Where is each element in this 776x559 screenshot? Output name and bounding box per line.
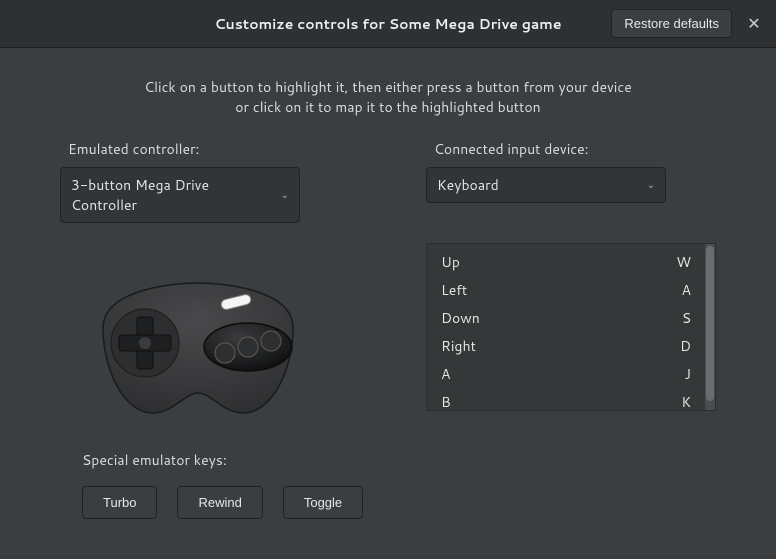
toggle-button[interactable]: Toggle — [283, 486, 363, 519]
close-icon: ✕ — [747, 12, 760, 35]
binding-action: Up — [441, 252, 460, 272]
bindings-list: UpWLeftADownSRightDAJBK — [426, 243, 716, 411]
binding-action: Down — [441, 308, 480, 328]
binding-action: B — [441, 392, 451, 412]
scrollbar[interactable] — [705, 244, 715, 410]
binding-action: A — [441, 364, 450, 384]
emulated-controller-dropdown[interactable]: 3-button Mega Drive Controller ⌄ — [60, 167, 300, 223]
binding-key: D — [680, 336, 691, 356]
binding-key: J — [684, 364, 691, 384]
gamepad-icon — [83, 273, 313, 423]
connected-device-label: Connected input device: — [426, 139, 716, 159]
connected-device-dropdown[interactable]: Keyboard ⌄ — [426, 167, 666, 203]
binding-row[interactable]: AJ — [427, 360, 705, 388]
binding-row[interactable]: Right D — [427, 332, 705, 360]
binding-row[interactable]: Left A — [427, 276, 705, 304]
binding-action: Right — [441, 336, 476, 356]
chevron-down-icon: ⌄ — [281, 188, 289, 202]
binding-row[interactable]: BK — [427, 388, 705, 416]
restore-defaults-button[interactable]: Restore defaults — [611, 9, 732, 38]
binding-row[interactable]: Up W — [427, 248, 705, 276]
emulated-controller-value: 3-button Mega Drive Controller — [71, 175, 209, 215]
emulated-controller-label: Emulated controller: — [60, 139, 336, 159]
controller-image[interactable] — [60, 273, 336, 423]
scrollbar-thumb[interactable] — [706, 246, 714, 401]
binding-action: Left — [441, 280, 467, 300]
binding-row[interactable]: Down S — [427, 304, 705, 332]
binding-key: K — [681, 392, 691, 412]
binding-key: A — [682, 280, 691, 300]
instructions-text: Click on a button to highlight it, then … — [0, 78, 776, 117]
special-keys-label: Special emulator keys: — [82, 450, 363, 470]
header-bar: Customize controls for Some Mega Drive g… — [0, 0, 776, 48]
turbo-button[interactable]: Turbo — [82, 486, 157, 519]
close-button[interactable]: ✕ — [740, 10, 768, 38]
binding-key: S — [682, 308, 691, 328]
binding-key: W — [676, 252, 691, 272]
connected-device-value: Keyboard — [437, 175, 499, 195]
rewind-button[interactable]: Rewind — [177, 486, 262, 519]
chevron-down-icon: ⌄ — [647, 178, 655, 192]
